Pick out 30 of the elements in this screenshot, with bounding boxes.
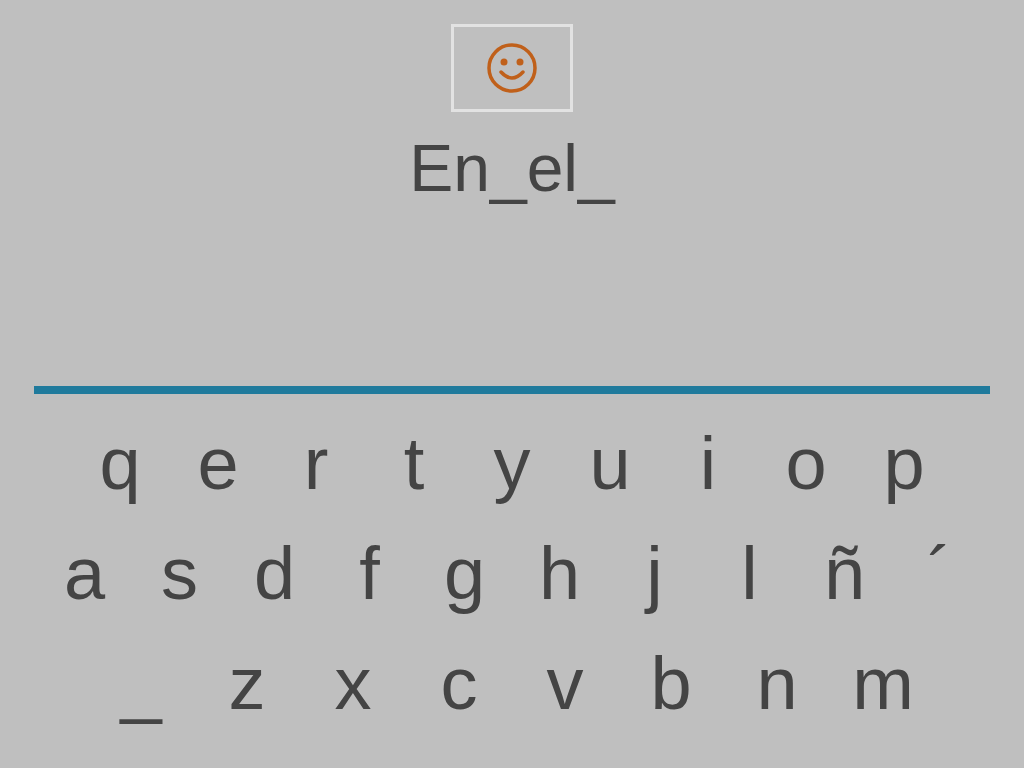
letter-key[interactable]: m [830, 635, 936, 731]
smiley-icon [486, 42, 538, 94]
letter-key[interactable]: ´ [892, 525, 987, 621]
letter-key[interactable]: e [169, 415, 267, 511]
letter-key[interactable]: y [463, 415, 561, 511]
letter-key[interactable]: d [227, 525, 322, 621]
typed-text: En_el_ [409, 130, 615, 206]
letter-key[interactable]: z [194, 635, 300, 731]
letter-key[interactable]: g [417, 525, 512, 621]
letter-key[interactable]: s [132, 525, 227, 621]
letter-key[interactable]: j [607, 525, 702, 621]
letter-key[interactable]: v [512, 635, 618, 731]
letter-key[interactable]: ñ [797, 525, 892, 621]
letter-key[interactable]: c [406, 635, 512, 731]
letter-key[interactable]: x [300, 635, 406, 731]
letter-key[interactable]: l [702, 525, 797, 621]
letter-key[interactable]: f [322, 525, 417, 621]
letter-key[interactable]: b [618, 635, 724, 731]
letter-key[interactable]: _ [88, 635, 194, 731]
letter-key[interactable]: h [512, 525, 607, 621]
smiley-button[interactable] [451, 24, 573, 112]
letter-key[interactable]: a [37, 525, 132, 621]
letter-key[interactable]: u [561, 415, 659, 511]
letter-key[interactable]: p [855, 415, 953, 511]
letter-key[interactable]: o [757, 415, 855, 511]
letter-key[interactable]: t [365, 415, 463, 511]
letter-key[interactable]: q [71, 415, 169, 511]
letter-key[interactable]: n [724, 635, 830, 731]
letter-key[interactable]: r [267, 415, 365, 511]
letter-key[interactable]: i [659, 415, 757, 511]
